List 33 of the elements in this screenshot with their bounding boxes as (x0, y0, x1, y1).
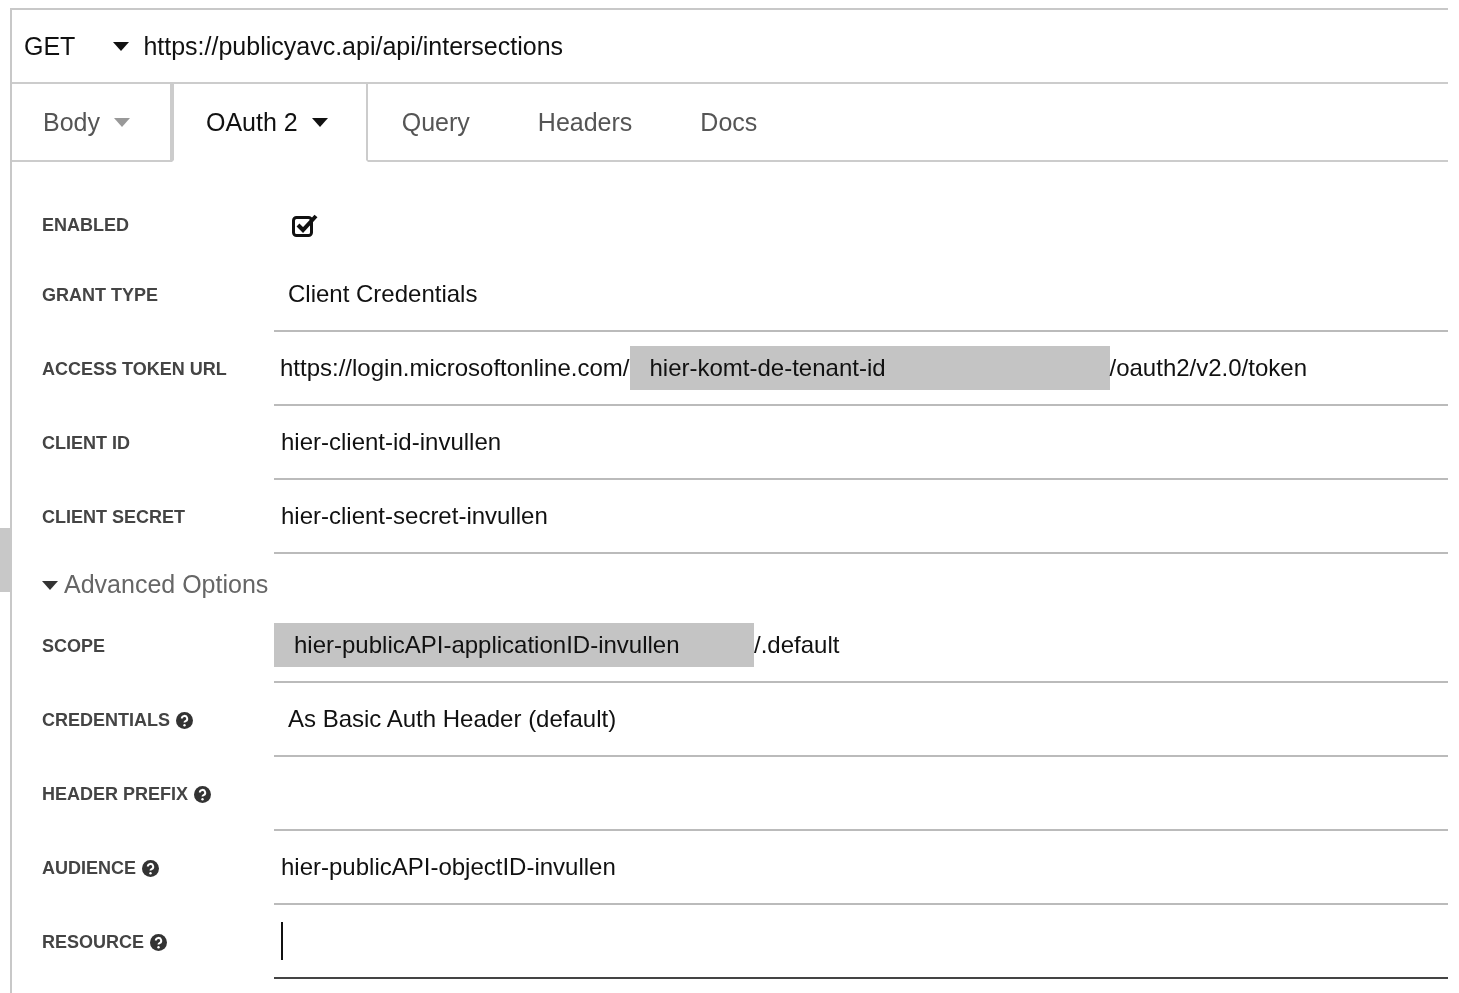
scrollbar-thumb[interactable] (0, 528, 10, 592)
field-label: AUDIENCE (42, 857, 136, 879)
field-label: CREDENTIALS (42, 709, 170, 731)
input-field[interactable]: hier-client-secret-invullen (274, 480, 1448, 554)
checkbox[interactable] (292, 213, 318, 237)
tab[interactable]: OAuth 2 (172, 84, 368, 162)
input-field[interactable]: hier-publicAPI-objectID-invullen (274, 831, 1448, 905)
field-label: ENABLED (42, 214, 129, 236)
field-text: /.default (754, 631, 840, 659)
highlighted-text: hier-komt-de-tenant-id (629, 346, 1110, 390)
field-label: ACCESS TOKEN URL (42, 358, 227, 380)
field-label: CLIENT SECRET (42, 506, 185, 528)
method-dropdown[interactable]: GET (12, 31, 144, 61)
text-cursor (281, 922, 283, 960)
field-label: HEADER PREFIX (42, 783, 189, 805)
tab[interactable]: Body (12, 84, 172, 162)
caret-icon (113, 41, 130, 51)
caret-icon (114, 117, 130, 127)
select-field[interactable]: Client Credentials (274, 258, 1448, 332)
field-label: GRANT TYPE (42, 284, 158, 306)
select-field[interactable]: As Basic Auth Header (default) (274, 683, 1448, 757)
url-field[interactable]: https://publicyavc.api/api/intersections (143, 31, 564, 61)
field-label: SCOPE (42, 635, 106, 657)
field-text: /oauth2/v2.0/token (1109, 354, 1307, 382)
field-label: RESOURCE (42, 931, 144, 953)
input-field[interactable]: https://login.microsoftonline.com/ hier-komt-de-tenant-id /oauth2/v2.0/token (274, 332, 1448, 406)
field-text: https://login.microsoftonline.com/ (280, 354, 630, 382)
input-field[interactable]: hier-client-id-invullen (274, 406, 1448, 480)
caret-icon (311, 117, 328, 127)
field-label: CLIENT ID (42, 432, 130, 454)
advanced-options-toggle[interactable]: Advanced Options (42, 570, 269, 599)
input-field[interactable]: hier-publicAPI-applicationID-invullen /.default (274, 609, 1448, 683)
highlighted-text: hier-publicAPI-applicationID-invullen (274, 623, 754, 667)
